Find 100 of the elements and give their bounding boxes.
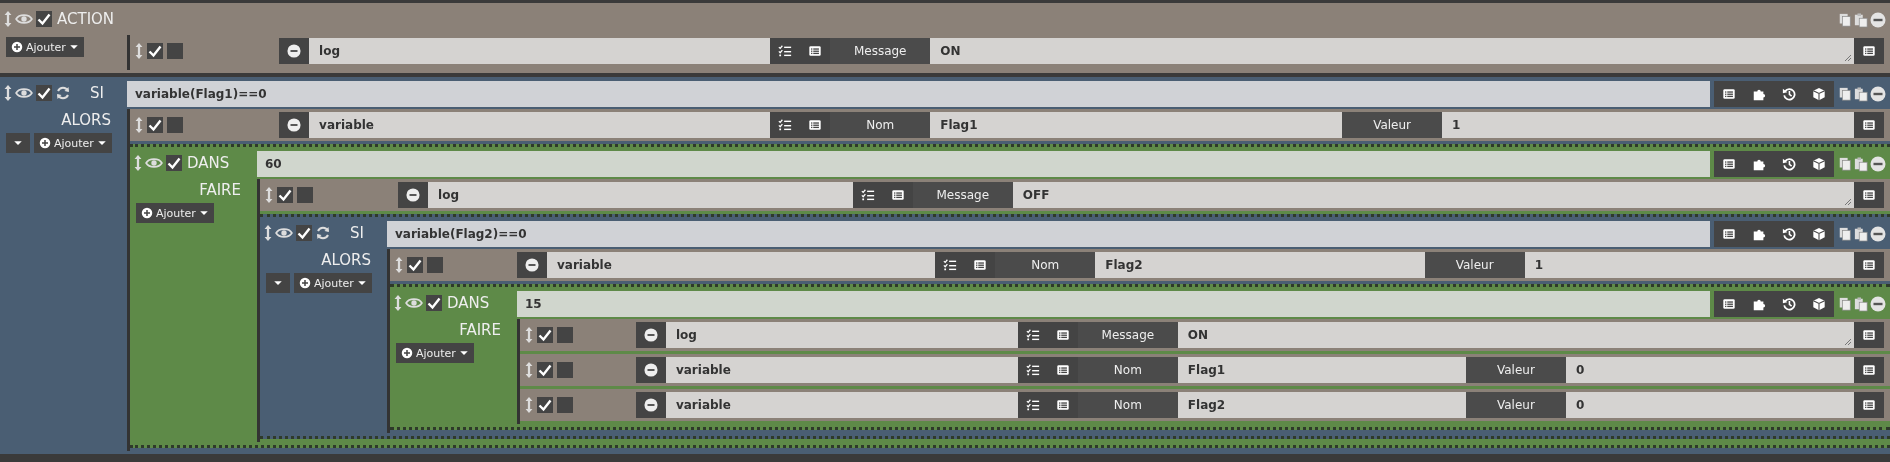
remove-action-button[interactable] (279, 112, 310, 138)
command-field[interactable]: log (309, 38, 771, 64)
parameter-field[interactable]: Flag1 (1177, 357, 1466, 383)
enable-checkbox[interactable] (36, 11, 52, 27)
options-list-button[interactable] (1854, 322, 1884, 348)
remove-action-button[interactable] (398, 182, 429, 208)
move-handle-icon[interactable] (265, 187, 273, 203)
select-command-button[interactable] (770, 38, 801, 64)
parallel-checkbox[interactable] (297, 187, 313, 203)
parameter-field[interactable]: 0 (1565, 357, 1854, 383)
move-handle-icon[interactable] (525, 362, 533, 378)
parameter-field[interactable]: 1 (1524, 252, 1854, 278)
parallel-checkbox[interactable] (167, 43, 183, 59)
enable-checkbox[interactable] (147, 117, 163, 133)
expression-field[interactable]: variable(Flag1)==0 (127, 80, 1710, 107)
move-handle-icon[interactable] (264, 225, 272, 241)
parallel-checkbox[interactable] (557, 327, 573, 343)
command-list-button[interactable] (1047, 357, 1078, 383)
move-handle-icon[interactable] (525, 327, 533, 343)
resize-grip-icon[interactable] (1844, 338, 1852, 346)
parameter-field[interactable]: 0 (1565, 392, 1854, 418)
parameter-field[interactable]: Flag2 (1177, 392, 1466, 418)
enable-checkbox[interactable] (296, 225, 312, 241)
add-dropdown-button[interactable]: Ajouter (294, 273, 372, 293)
enable-checkbox[interactable] (166, 155, 182, 171)
enable-checkbox[interactable] (407, 257, 423, 273)
options-list-button[interactable] (1854, 112, 1884, 138)
select-command-button[interactable] (1017, 357, 1048, 383)
select-command-button[interactable] (1017, 392, 1048, 418)
remove-icon (1870, 11, 1886, 28)
parallel-checkbox[interactable] (167, 117, 183, 133)
command-field[interactable]: variable (665, 392, 1018, 418)
eye-icon[interactable] (15, 86, 33, 100)
command-field[interactable]: log (665, 322, 1018, 348)
command-list-button[interactable] (800, 38, 831, 64)
expression-field[interactable]: variable(Flag2)==0 (387, 220, 1710, 247)
resize-grip-icon[interactable] (1844, 198, 1852, 206)
select-command-button[interactable] (852, 182, 883, 208)
parallel-checkbox[interactable] (427, 257, 443, 273)
add-dropdown-button[interactable]: Ajouter (396, 343, 474, 363)
command-list-button[interactable] (882, 182, 913, 208)
eye-icon[interactable] (275, 226, 293, 240)
remove-action-button[interactable] (635, 322, 666, 348)
options-list-button[interactable] (1854, 357, 1884, 383)
parallel-checkbox[interactable] (557, 397, 573, 413)
command-field[interactable]: variable (665, 357, 1018, 383)
command-field[interactable]: log (428, 182, 853, 208)
enable-checkbox[interactable] (277, 187, 293, 203)
enable-checkbox[interactable] (36, 85, 52, 101)
move-handle-icon[interactable] (525, 397, 533, 413)
enable-checkbox[interactable] (537, 362, 553, 378)
options-list-button[interactable] (1854, 182, 1884, 208)
parallel-checkbox[interactable] (557, 362, 573, 378)
move-handle-icon[interactable] (4, 85, 12, 101)
expression-field[interactable]: 15 (517, 290, 1710, 317)
move-handle-icon[interactable] (135, 43, 143, 59)
enable-checkbox[interactable] (537, 397, 553, 413)
parameter-field[interactable]: OFF (1012, 182, 1854, 208)
options-list-button[interactable] (1854, 392, 1884, 418)
move-handle-icon[interactable] (395, 257, 403, 273)
move-handle-icon[interactable] (134, 155, 142, 171)
add-dropdown-button[interactable]: Ajouter (136, 203, 214, 223)
paste-icon (1854, 85, 1868, 102)
parameter-label: Message (912, 182, 1013, 208)
list-icon (1862, 118, 1876, 132)
remove-action-button[interactable] (635, 357, 666, 383)
options-list-button[interactable] (1854, 38, 1884, 64)
list-icon (808, 118, 823, 132)
remove-action-button[interactable] (279, 38, 310, 64)
parameter-field[interactable]: ON (1177, 322, 1854, 348)
add-dropdown-button[interactable]: Ajouter (34, 133, 112, 153)
select-command-button[interactable] (770, 112, 801, 138)
move-handle-icon[interactable] (394, 295, 402, 311)
command-field[interactable]: variable (309, 112, 771, 138)
collapse-button[interactable] (266, 273, 290, 293)
command-list-button[interactable] (965, 252, 996, 278)
add-dropdown-button[interactable]: Ajouter (6, 37, 84, 57)
command-list-button[interactable] (1047, 392, 1078, 418)
command-field[interactable]: variable (547, 252, 936, 278)
command-list-button[interactable] (800, 112, 831, 138)
remove-action-button[interactable] (517, 252, 547, 278)
resize-grip-icon[interactable] (1844, 54, 1852, 62)
move-handle-icon[interactable] (4, 11, 12, 27)
select-command-button[interactable] (1017, 322, 1048, 348)
parameter-field[interactable]: 1 (1442, 112, 1854, 138)
command-list-button[interactable] (1047, 322, 1078, 348)
parameter-field[interactable]: Flag1 (930, 112, 1343, 138)
enable-checkbox[interactable] (537, 327, 553, 343)
move-handle-icon[interactable] (135, 117, 143, 133)
block-label: ACTION (57, 10, 115, 28)
enable-checkbox[interactable] (426, 295, 442, 311)
parameter-field[interactable]: ON (930, 38, 1854, 64)
expression-field[interactable]: 60 (257, 150, 1710, 177)
options-list-button[interactable] (1854, 252, 1884, 278)
collapse-button[interactable] (6, 133, 30, 153)
cube-icon (1812, 86, 1826, 101)
select-command-button[interactable] (935, 252, 966, 278)
remove-action-button[interactable] (635, 392, 666, 418)
enable-checkbox[interactable] (147, 43, 163, 59)
parameter-field[interactable]: Flag2 (1095, 252, 1425, 278)
